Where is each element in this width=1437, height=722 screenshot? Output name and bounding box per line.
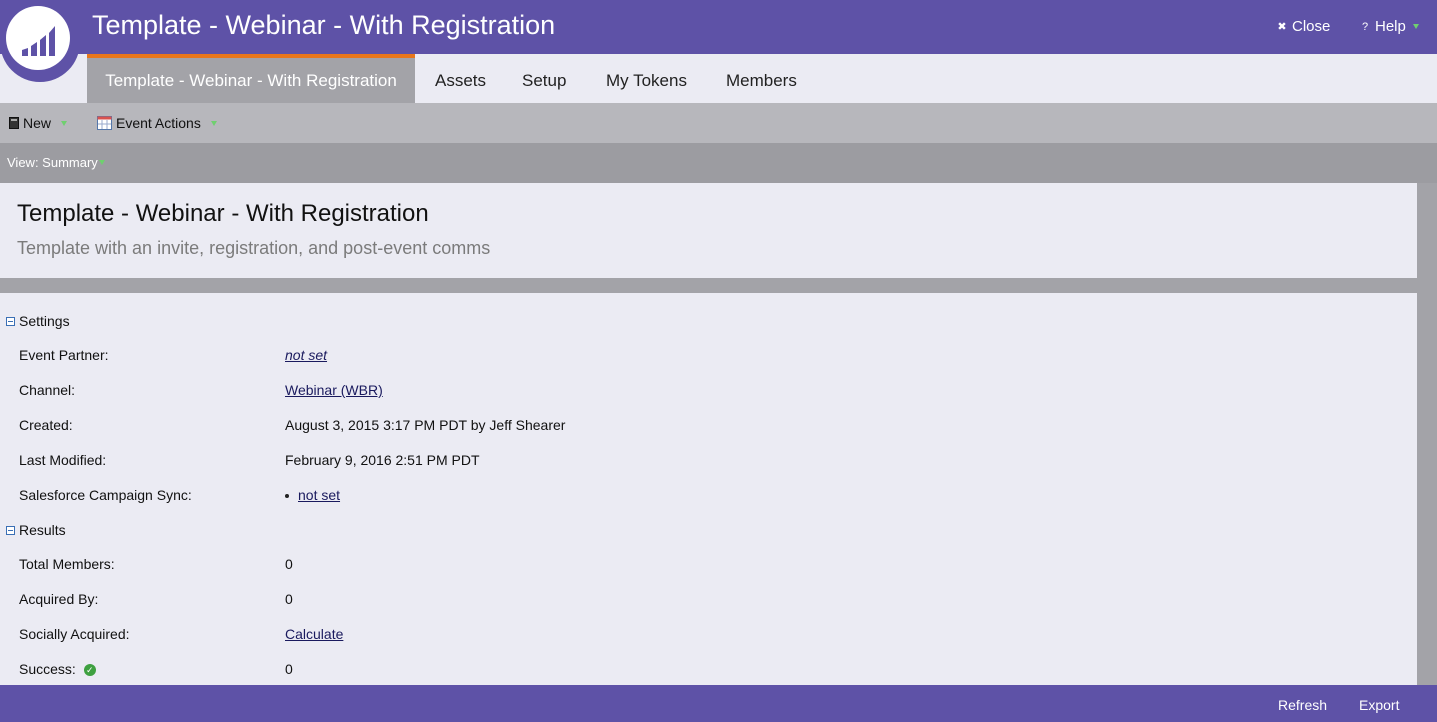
- settings-heading: Settings: [19, 313, 70, 329]
- calendar-icon: [97, 116, 112, 130]
- event-partner-label: Event Partner:: [19, 347, 109, 363]
- settings-section-toggle[interactable]: Settings: [6, 313, 70, 329]
- app-header: Template - Webinar - With Registration ✖…: [0, 0, 1437, 54]
- calculate-link[interactable]: Calculate: [285, 626, 343, 642]
- salesforce-sync-label: Salesforce Campaign Sync:: [19, 487, 192, 503]
- toolbar: New Event Actions: [0, 103, 1437, 143]
- channel-link[interactable]: Webinar (WBR): [285, 382, 383, 398]
- salesforce-sync-link[interactable]: not set: [298, 487, 340, 503]
- view-label: View: Summary: [7, 155, 98, 170]
- channel-label: Channel:: [19, 382, 76, 398]
- export-button[interactable]: Export: [1359, 697, 1399, 713]
- new-document-icon: [9, 117, 19, 129]
- event-actions-label: Event Actions: [116, 115, 201, 131]
- success-value: 0: [285, 661, 293, 677]
- view-selector[interactable]: View: Summary: [7, 155, 105, 170]
- success-row-label: Success: ✓: [19, 661, 96, 677]
- last-modified-label: Last Modified:: [19, 452, 107, 468]
- program-title: Template - Webinar - With Registration: [17, 200, 429, 227]
- new-button[interactable]: New: [9, 115, 68, 131]
- marketo-logo[interactable]: [0, 0, 80, 82]
- program-description: Template with an invite, registration, a…: [17, 238, 491, 258]
- chevron-down-icon: [1412, 24, 1419, 29]
- results-heading: Results: [19, 522, 66, 538]
- view-bar: View: Summary: [0, 143, 1437, 183]
- footer-bar: Refresh Export: [0, 685, 1437, 722]
- success-check-icon: ✓: [83, 664, 96, 676]
- chevron-down-icon: [210, 120, 217, 126]
- created-label: Created:: [19, 417, 73, 433]
- success-label: Success:: [19, 661, 76, 677]
- app-title: Template - Webinar - With Registration: [92, 10, 556, 40]
- collapse-icon: [6, 316, 15, 326]
- help-label: Help: [1375, 18, 1406, 35]
- close-x-icon: ✖: [1277, 20, 1287, 33]
- tab-my-tokens[interactable]: My Tokens: [606, 54, 687, 103]
- event-actions-button[interactable]: Event Actions: [97, 115, 217, 131]
- event-partner-link[interactable]: not set: [285, 347, 327, 363]
- results-section-toggle[interactable]: Results: [6, 522, 66, 538]
- chevron-down-icon: [98, 160, 105, 165]
- refresh-button[interactable]: Refresh: [1278, 697, 1327, 713]
- bar-chart-logo-icon: [22, 26, 55, 56]
- chevron-down-icon: [61, 120, 68, 126]
- total-members-label: Total Members:: [19, 556, 115, 572]
- created-value: August 3, 2015 3:17 PM PDT by Jeff Shear…: [285, 417, 566, 433]
- acquired-by-label: Acquired By:: [19, 591, 99, 607]
- bullet-icon: [285, 494, 289, 499]
- tab-setup[interactable]: Setup: [522, 54, 566, 103]
- collapse-icon: [6, 525, 15, 535]
- tab-program[interactable]: Template - Webinar - With Registration: [87, 54, 415, 103]
- help-button[interactable]: ? Help: [1359, 18, 1419, 35]
- last-modified-value: February 9, 2016 2:51 PM PDT: [285, 452, 480, 468]
- logo-badge: [6, 6, 70, 70]
- close-label: Close: [1292, 18, 1331, 35]
- program-details-panel: Settings Event Partner: not set Channel:…: [0, 293, 1417, 685]
- tab-members[interactable]: Members: [726, 54, 797, 103]
- total-members-value: 0: [285, 556, 293, 572]
- tab-bar: Template - Webinar - With Registration A…: [0, 54, 1437, 103]
- tab-assets[interactable]: Assets: [435, 54, 486, 103]
- close-button[interactable]: ✖ Close: [1276, 18, 1330, 35]
- socially-acquired-label: Socially Acquired:: [19, 626, 130, 642]
- acquired-by-value: 0: [285, 591, 293, 607]
- program-title-panel: Template - Webinar - With Registration T…: [0, 183, 1417, 278]
- help-question-icon: ?: [1361, 20, 1369, 33]
- new-label: New: [23, 115, 52, 131]
